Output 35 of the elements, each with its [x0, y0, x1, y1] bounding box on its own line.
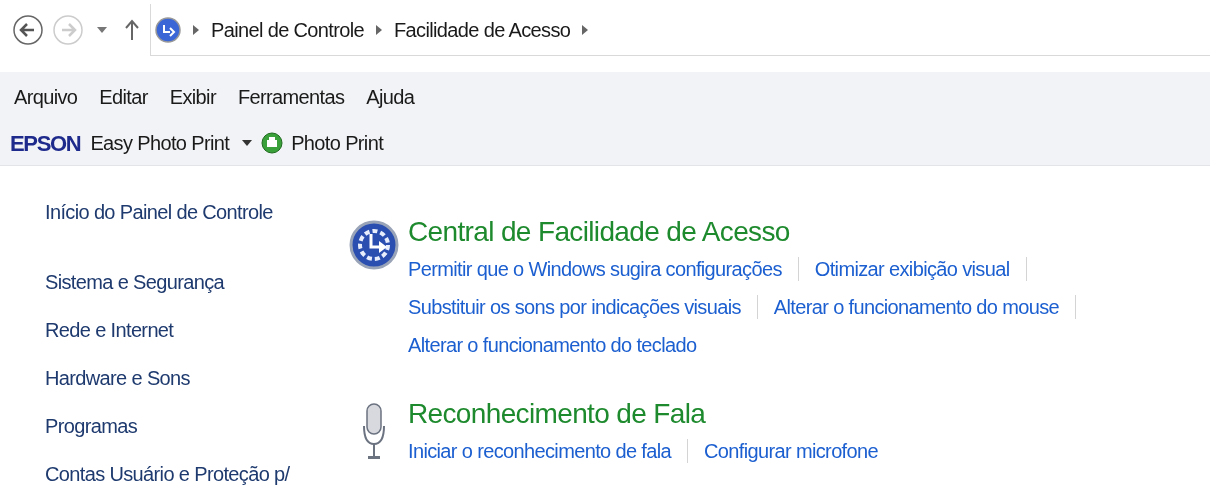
sidebar-link[interactable]: Contas Usuário e Proteção p/ — [45, 462, 320, 486]
section-title[interactable]: Reconhecimento de Fala — [408, 396, 878, 432]
chevron-icon — [376, 24, 383, 35]
task-link[interactable]: Permitir que o Windows sugira configurações — [408, 254, 782, 284]
sidebar-link[interactable]: Sistema e Segurança — [45, 270, 320, 294]
dropdown-icon[interactable] — [96, 26, 108, 34]
task-link[interactable]: Iniciar o reconhecimento de fala — [408, 436, 672, 466]
task-link[interactable]: Substituir os sons por indicações visuais — [408, 292, 741, 322]
chevron-icon — [582, 24, 589, 35]
chevron-icon — [193, 24, 199, 35]
menu-item[interactable]: Ajuda — [366, 82, 415, 112]
menu-item[interactable]: Editar — [99, 82, 148, 112]
task-link[interactable]: Alterar o funcionamento do teclado — [408, 330, 697, 360]
toolbar-dropdown[interactable]: Easy Photo Print — [90, 128, 230, 158]
brand-logo: EPSON — [10, 129, 81, 158]
task-link[interactable]: Otimizar exibição visual — [814, 254, 1010, 284]
address-bar[interactable]: Painel de Controle Facilidade de Acesso — [150, 4, 1210, 56]
breadcrumb[interactable]: Facilidade de Acesso — [394, 14, 571, 45]
caret-icon[interactable] — [241, 139, 254, 147]
printer-icon[interactable] — [261, 132, 284, 154]
sidebar-link[interactable]: Rede e Internet — [45, 318, 320, 342]
back-button[interactable] — [12, 14, 44, 46]
up-arrow-icon[interactable] — [124, 19, 140, 41]
task-link[interactable]: Configurar microfone — [704, 436, 878, 466]
microphone-icon — [361, 402, 387, 462]
section-title[interactable]: Central de Facilidade de Acesso — [408, 214, 1093, 250]
menu-item[interactable]: Arquivo — [14, 82, 78, 112]
breadcrumb[interactable]: Painel de Controle — [211, 14, 365, 45]
sidebar-link[interactable]: Início do Painel de Controle — [45, 200, 320, 224]
menu-item[interactable]: Ferramentas — [237, 82, 345, 112]
menu-item[interactable]: Exibir — [169, 82, 216, 112]
sidebar-link[interactable]: Hardware e Sons — [45, 366, 320, 390]
task-link[interactable]: Alterar o funcionamento do mouse — [773, 292, 1060, 322]
sidebar-link[interactable]: Programas — [45, 414, 320, 438]
toolbar-button[interactable]: Photo Print — [291, 128, 384, 158]
